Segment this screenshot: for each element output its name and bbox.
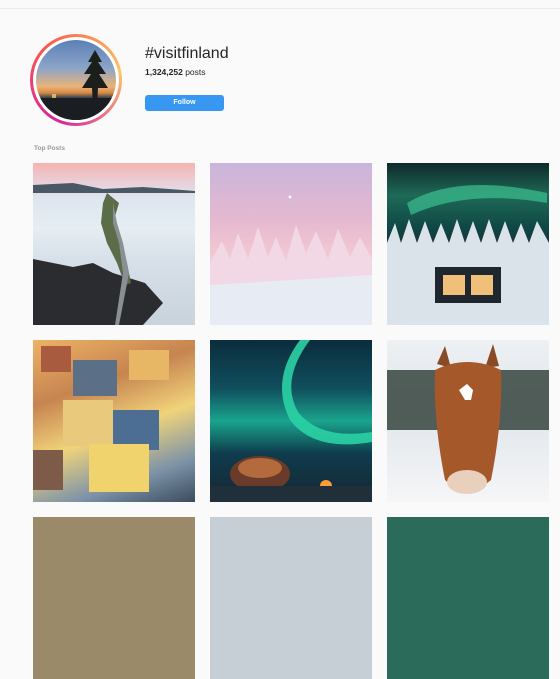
post-tile-snowy-trees[interactable] <box>210 163 372 325</box>
post-image <box>210 340 372 502</box>
post-image <box>387 185 549 325</box>
post-tile-partial-3[interactable] <box>387 517 549 679</box>
post-image <box>210 195 372 325</box>
post-count-suffix: posts <box>185 67 206 77</box>
follow-button[interactable]: Follow <box>145 95 224 111</box>
post-tile-aurora-cabin[interactable] <box>387 163 549 325</box>
post-count: 1,324,252 posts <box>145 67 206 77</box>
avatar-image <box>36 40 116 120</box>
shoreline <box>36 98 116 120</box>
post-tile-partial-2[interactable] <box>210 517 372 679</box>
post-tile-aerial-lake-road[interactable] <box>33 163 195 325</box>
post-image <box>33 183 195 325</box>
post-tile-horse[interactable] <box>387 340 549 502</box>
post-image <box>33 346 169 492</box>
hashtag-avatar[interactable] <box>30 34 122 126</box>
post-count-number: 1,324,252 <box>145 67 183 77</box>
top-divider <box>0 8 560 9</box>
post-tile-aerial-town[interactable] <box>33 340 195 502</box>
post-tile-partial-1[interactable] <box>33 517 195 679</box>
post-image <box>387 344 549 494</box>
top-posts-label: Top Posts <box>34 145 65 152</box>
post-tile-aurora-igloo[interactable] <box>210 340 372 502</box>
avatar-ring <box>33 37 119 123</box>
hashtag-title: #visitfinland <box>145 45 229 62</box>
